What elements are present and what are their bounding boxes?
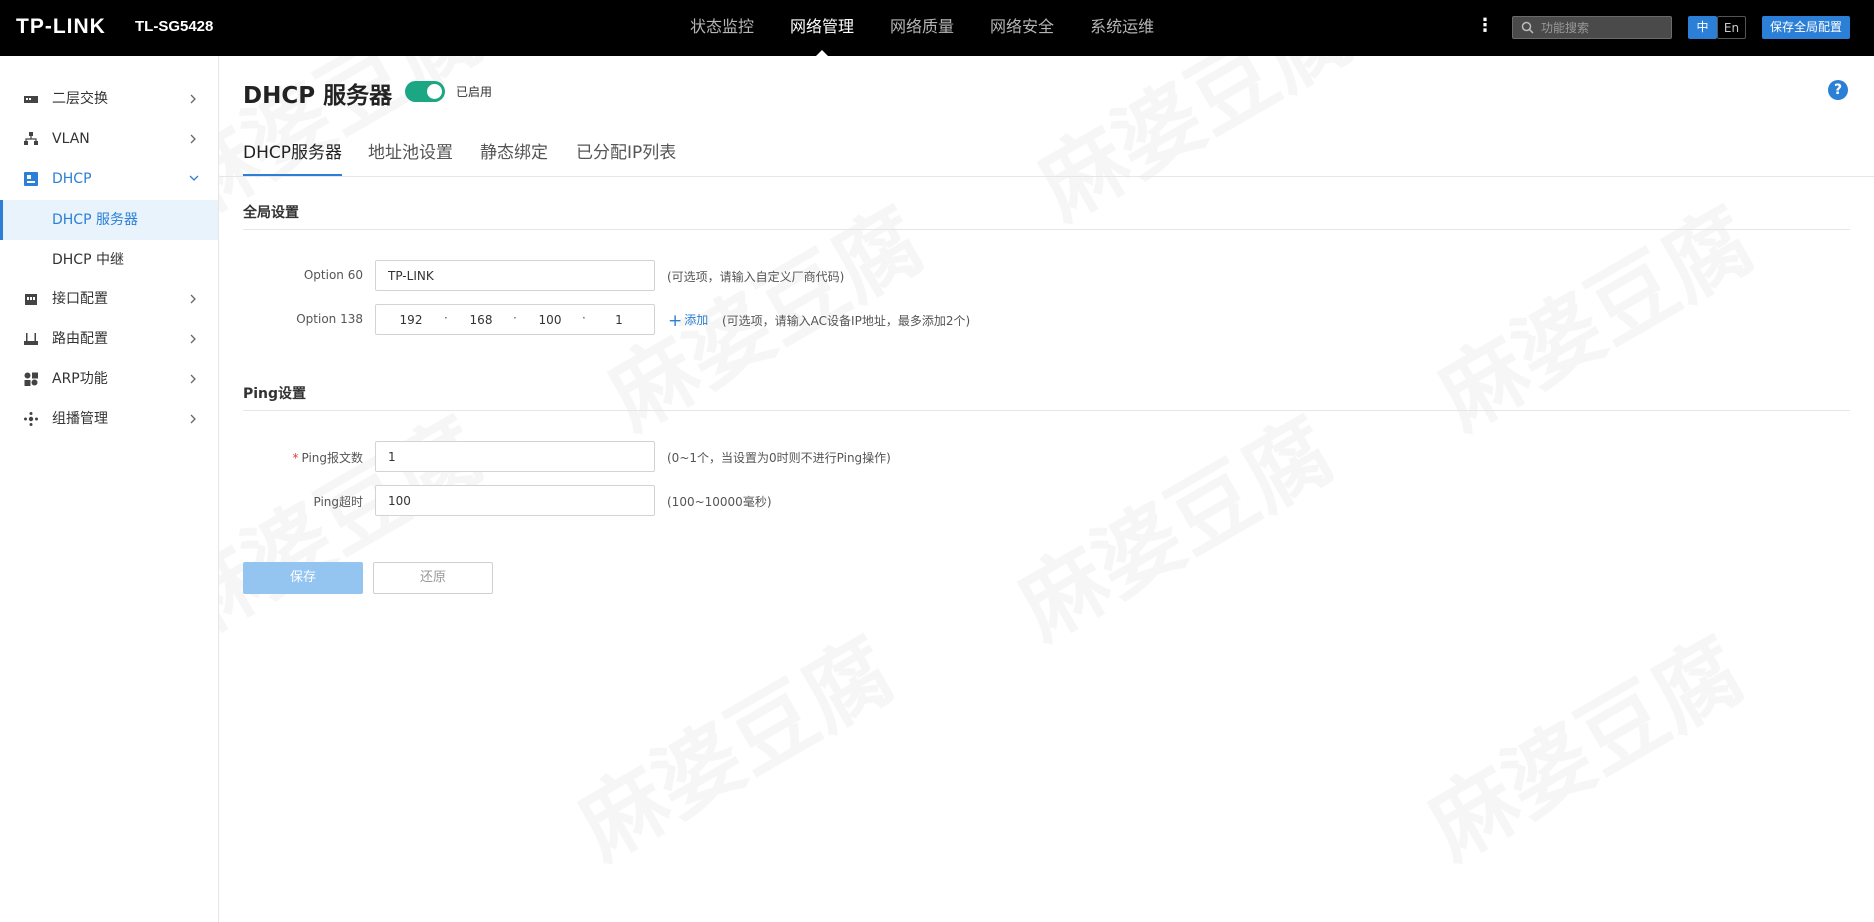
save-button[interactable]: 保存	[243, 562, 363, 594]
ping-timeout-label: Ping超时	[313, 495, 363, 509]
more-menu-icon[interactable]: ⋮	[1476, 16, 1494, 36]
sidebar-item-interface-config[interactable]: 接口配置	[0, 279, 218, 319]
chevron-right-icon	[190, 294, 196, 304]
sidebar-item-label: 组播管理	[52, 411, 108, 427]
option138-hint: (可选项，请输入AC设备IP地址，最多添加2个)	[722, 314, 971, 328]
search-input[interactable]	[1541, 19, 1666, 36]
sidebar-item-label: DHCP	[52, 171, 92, 187]
sidebar-item-arp[interactable]: ARP功能	[0, 359, 218, 399]
switch-icon	[24, 96, 38, 103]
main-nav: 状态监控 网络管理 网络质量 网络安全 系统运维	[690, 0, 1190, 56]
nav-status-monitor[interactable]: 状态监控	[690, 0, 754, 56]
nav-network-quality[interactable]: 网络质量	[890, 0, 954, 56]
ip-octet-4[interactable]	[596, 305, 642, 334]
tab-dhcp-server[interactable]: DHCP服务器	[243, 138, 342, 176]
dhcp-icon	[24, 172, 38, 186]
sidebar-subitem-dhcp-server[interactable]: DHCP 服务器	[0, 200, 218, 240]
tab-address-pool[interactable]: 地址池设置	[368, 138, 453, 176]
help-icon[interactable]: ?	[1828, 80, 1848, 100]
sidebar-item-label: 路由配置	[52, 331, 108, 347]
ip-octet-1[interactable]	[388, 305, 434, 334]
toggle-knob	[427, 84, 442, 99]
interface-icon	[25, 294, 37, 305]
reset-button[interactable]: 还原	[373, 562, 493, 594]
section-divider	[243, 229, 1850, 230]
save-global-config-button[interactable]: 保存全局配置	[1762, 16, 1850, 39]
brand-logo: TP-LINK	[16, 15, 106, 38]
nav-network-management[interactable]: 网络管理	[790, 0, 854, 56]
sidebar-subitem-label: DHCP 服务器	[52, 212, 138, 228]
multicast-icon	[24, 412, 38, 426]
search-icon	[1521, 21, 1534, 34]
vlan-icon	[24, 132, 38, 145]
sidebar: 二层交换 VLAN DHCP DHCP 服务器 DHCP 中继 接口配置 路由配…	[0, 56, 219, 922]
watermark-text: 麻婆豆腐	[552, 602, 912, 882]
sidebar-item-label: 接口配置	[52, 291, 108, 307]
chevron-right-icon	[190, 414, 196, 424]
nav-system-maintenance[interactable]: 系统运维	[1090, 0, 1154, 56]
sidebar-item-label: VLAN	[52, 131, 90, 147]
tabs-divider	[218, 176, 1874, 177]
ip-octet-3[interactable]	[527, 305, 573, 334]
ip-separator: ·	[444, 311, 448, 325]
sidebar-item-label: ARP功能	[52, 371, 108, 387]
ping-timeout-input[interactable]	[375, 485, 655, 516]
option138-ip-input: · · ·	[375, 304, 655, 335]
toggle-status-label: 已启用	[456, 85, 493, 99]
watermark-text: 麻婆豆腐	[1402, 602, 1762, 882]
ping-count-label-text: Ping报文数	[301, 451, 363, 465]
lang-zh-button[interactable]: 中	[1688, 16, 1717, 39]
dhcp-enable-toggle[interactable]	[405, 81, 445, 102]
page-title: DHCP 服务器	[243, 83, 393, 109]
router-icon	[24, 333, 38, 345]
ip-octet-2[interactable]	[458, 305, 504, 334]
plus-icon: +	[668, 311, 683, 331]
lang-en-button[interactable]: En	[1717, 16, 1746, 39]
ip-separator: ·	[513, 311, 517, 325]
chevron-right-icon	[190, 334, 196, 344]
chevron-right-icon	[190, 134, 196, 144]
sidebar-item-routing-config[interactable]: 路由配置	[0, 319, 218, 359]
sidebar-item-multicast[interactable]: 组播管理	[0, 399, 218, 439]
section-divider	[243, 410, 1850, 411]
required-mark: *	[292, 451, 299, 465]
option138-label: Option 138	[296, 312, 363, 326]
ip-separator: ·	[582, 311, 586, 325]
arp-icon	[24, 372, 38, 386]
chevron-right-icon	[190, 94, 196, 104]
sidebar-item-layer2-switch[interactable]: 二层交换	[0, 79, 218, 119]
add-ip-button[interactable]: + 添加	[668, 311, 708, 331]
top-bar: TP-LINK TL-SG5428 状态监控 网络管理 网络质量 网络安全 系统…	[0, 0, 1874, 56]
ping-count-label: * Ping报文数	[243, 449, 363, 466]
option60-hint: (可选项，请输入自定义厂商代码)	[667, 270, 845, 284]
chevron-right-icon	[190, 374, 196, 384]
sidebar-item-vlan[interactable]: VLAN	[0, 119, 218, 159]
ping-count-hint: (0~1个，当设置为0时则不进行Ping操作)	[667, 451, 891, 465]
device-model: TL-SG5428	[135, 18, 214, 35]
add-ip-label: 添加	[684, 313, 709, 327]
tab-static-binding[interactable]: 静态绑定	[480, 138, 548, 176]
section-title-ping: Ping设置	[243, 386, 307, 402]
option60-input[interactable]	[375, 260, 655, 291]
ping-timeout-hint: (100~10000毫秒)	[667, 495, 772, 509]
chevron-down-icon	[189, 175, 199, 181]
sidebar-item-label: 二层交换	[52, 91, 108, 107]
sidebar-subitem-dhcp-relay[interactable]: DHCP 中继	[0, 240, 218, 280]
sidebar-subitem-label: DHCP 中继	[52, 252, 124, 268]
watermark-text: 麻婆豆腐	[992, 382, 1352, 662]
section-title-global: 全局设置	[243, 205, 299, 221]
option60-label: Option 60	[303, 268, 363, 282]
search-box[interactable]	[1512, 16, 1672, 39]
sidebar-item-dhcp[interactable]: DHCP	[0, 159, 218, 199]
nav-network-security[interactable]: 网络安全	[990, 0, 1054, 56]
ping-count-input[interactable]	[375, 441, 655, 472]
tab-assigned-ip-list[interactable]: 已分配IP列表	[576, 138, 676, 176]
